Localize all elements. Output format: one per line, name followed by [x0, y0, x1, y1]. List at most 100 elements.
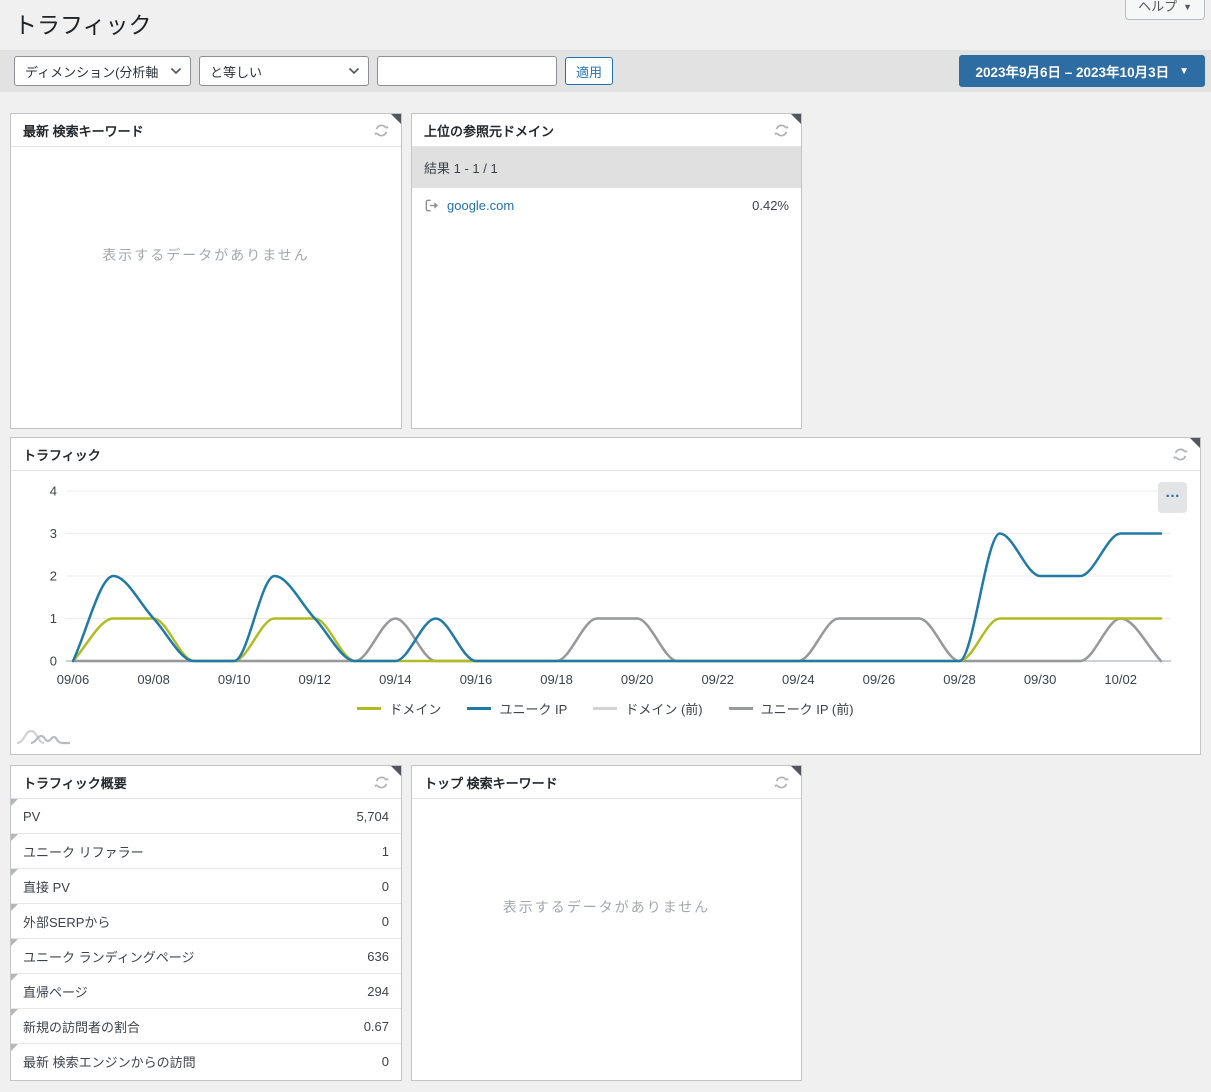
stat-label: 直接 PV — [23, 877, 70, 896]
apply-button[interactable]: 適用 — [565, 57, 613, 85]
help-button-label: ヘルプ — [1138, 0, 1177, 15]
panel-title: トップ 検索キーワード — [424, 773, 558, 792]
empty-state-text: 表示するデータがありません — [412, 799, 801, 917]
stat-value: 636 — [367, 949, 389, 964]
y-axis-tick-label: 3 — [50, 526, 57, 541]
refresh-icon[interactable] — [774, 123, 789, 138]
stat-row: 直接 PV 0 — [11, 869, 401, 904]
x-axis-tick-label: 09/10 — [218, 672, 251, 687]
date-range-button[interactable]: 2023年9月6日 – 2023年10月3日 ▼ — [959, 55, 1205, 87]
stat-value: 0 — [382, 879, 389, 894]
chevron-down-icon: ▼ — [1183, 2, 1192, 15]
legend-label: ユニーク IP — [499, 699, 567, 718]
panel-traffic-chart: トラフィック 0123409/0609/0809/1009/1209/1409/… — [10, 437, 1201, 755]
chart-menu-button[interactable]: … — [1158, 482, 1187, 513]
stat-label: PV — [23, 809, 40, 824]
panel-title: 最新 検索キーワード — [23, 121, 144, 140]
row-corner-fold — [11, 834, 18, 841]
amcharts-logo[interactable] — [15, 722, 77, 753]
legend-item-2[interactable]: ドメイン (前) — [593, 699, 702, 718]
stat-label: ユニーク リファラー — [23, 842, 144, 861]
legend-swatch — [467, 707, 491, 710]
stat-label: 直帰ページ — [23, 982, 88, 1001]
x-axis-tick-label: 09/16 — [460, 672, 493, 687]
dimension-select-value: ディメンション(分析軸 — [25, 62, 158, 81]
legend-label: ドメイン (前) — [625, 699, 702, 718]
row-corner-fold — [11, 939, 18, 946]
panel-title: トラフィック — [23, 445, 101, 464]
x-axis-tick-label: 09/18 — [540, 672, 573, 687]
filter-bar: ディメンション(分析軸 と等しい 適用 2023年9月6日 – 2023年10月… — [0, 50, 1211, 92]
panel-header: トラフィック概要 — [11, 766, 401, 799]
stat-label: 最新 検索エンジンからの訪問 — [23, 1052, 196, 1071]
row-corner-fold — [11, 904, 18, 911]
x-axis-tick-label: 09/28 — [943, 672, 976, 687]
chart-legend: ドメイン ユニーク IP ドメイン (前) ユニーク IP (前) — [11, 699, 1200, 718]
panel-header: 上位の参照元ドメイン — [412, 114, 801, 147]
y-axis-tick-label: 0 — [50, 654, 57, 669]
operator-select[interactable]: と等しい — [199, 56, 369, 86]
x-axis-tick-label: 09/24 — [782, 672, 815, 687]
stat-row: PV 5,704 — [11, 799, 401, 834]
stat-value: 5,704 — [356, 809, 389, 824]
panel-header: トラフィック — [11, 438, 1200, 471]
legend-item-3[interactable]: ユニーク IP (前) — [729, 699, 854, 718]
panel-header: 最新 検索キーワード — [11, 114, 401, 147]
legend-item-0[interactable]: ドメイン — [357, 699, 441, 718]
x-axis-tick-label: 09/26 — [863, 672, 896, 687]
referrer-percentage: 0.42% — [752, 198, 789, 213]
refresh-icon[interactable] — [374, 775, 389, 790]
series-line-ドメイン — [73, 619, 1161, 662]
chevron-down-icon: ▼ — [1179, 66, 1189, 77]
panel-corner-fold — [391, 766, 401, 776]
empty-state-text: 表示するデータがありません — [11, 147, 401, 265]
panel-latest-keywords: 最新 検索キーワード 表示するデータがありません — [10, 113, 402, 429]
external-link-icon — [424, 198, 439, 213]
row-corner-fold — [11, 1044, 18, 1051]
x-axis-tick-label: 09/14 — [379, 672, 412, 687]
legend-swatch — [357, 707, 381, 710]
operator-select-value: と等しい — [210, 62, 262, 81]
help-button[interactable]: ヘルプ ▼ — [1125, 0, 1205, 20]
legend-item-1[interactable]: ユニーク IP — [467, 699, 567, 718]
dimension-select[interactable]: ディメンション(分析軸 — [14, 56, 191, 86]
x-axis-tick-label: 09/30 — [1024, 672, 1057, 687]
refresh-icon[interactable] — [374, 123, 389, 138]
panel-title: 上位の参照元ドメイン — [424, 121, 554, 140]
x-axis-tick-label: 09/08 — [137, 672, 170, 687]
traffic-chart-canvas: 0123409/0609/0809/1009/1209/1409/1609/18… — [11, 471, 1200, 693]
page-title: トラフィック — [14, 6, 152, 40]
x-axis-tick-label: 09/22 — [701, 672, 734, 687]
stat-label: 新規の訪問者の割合 — [23, 1017, 140, 1036]
stat-row: 最新 検索エンジンからの訪問 0 — [11, 1044, 401, 1079]
row-corner-fold — [11, 974, 18, 981]
row-corner-fold — [11, 869, 18, 876]
panel-traffic-summary: トラフィック概要 PV5,704 ユニーク リファラー1 直接 PV0 外部SE… — [10, 765, 402, 1081]
x-axis-tick-label: 09/12 — [299, 672, 332, 687]
y-axis-tick-label: 1 — [50, 611, 57, 626]
series-line-ユニーク IP (前) — [73, 619, 1161, 662]
stat-value: 0.67 — [364, 1019, 389, 1034]
results-count-bar: 結果 1 - 1 / 1 — [412, 147, 801, 188]
referrer-domain-link[interactable]: google.com — [447, 198, 514, 213]
date-range-label: 2023年9月6日 – 2023年10月3日 — [975, 61, 1169, 81]
y-axis-tick-label: 4 — [50, 484, 57, 499]
stat-row: 直帰ページ294 — [11, 974, 401, 1009]
row-corner-fold — [11, 799, 18, 806]
stat-row: ユニーク ランディングページ636 — [11, 939, 401, 974]
refresh-icon[interactable] — [1173, 447, 1188, 462]
traffic-chart: 0123409/0609/0809/1009/1209/1409/1609/18… — [11, 471, 1200, 755]
legend-swatch — [593, 707, 617, 710]
stat-value: 0 — [382, 1054, 389, 1069]
chevron-down-icon — [348, 67, 360, 75]
x-axis-tick-label: 10/02 — [1104, 672, 1137, 687]
x-axis-tick-label: 09/20 — [621, 672, 654, 687]
panel-top-keywords: トップ 検索キーワード 表示するデータがありません — [411, 765, 802, 1081]
traffic-summary-table: PV5,704 ユニーク リファラー1 直接 PV0 外部SERPから0 ユニー… — [11, 799, 401, 1079]
stat-value: 1 — [382, 844, 389, 859]
filter-value-input[interactable] — [377, 56, 557, 86]
x-axis-tick-label: 09/06 — [57, 672, 90, 687]
refresh-icon[interactable] — [774, 775, 789, 790]
panel-corner-fold — [791, 766, 801, 776]
series-line-ユニーク IP — [73, 534, 1161, 662]
